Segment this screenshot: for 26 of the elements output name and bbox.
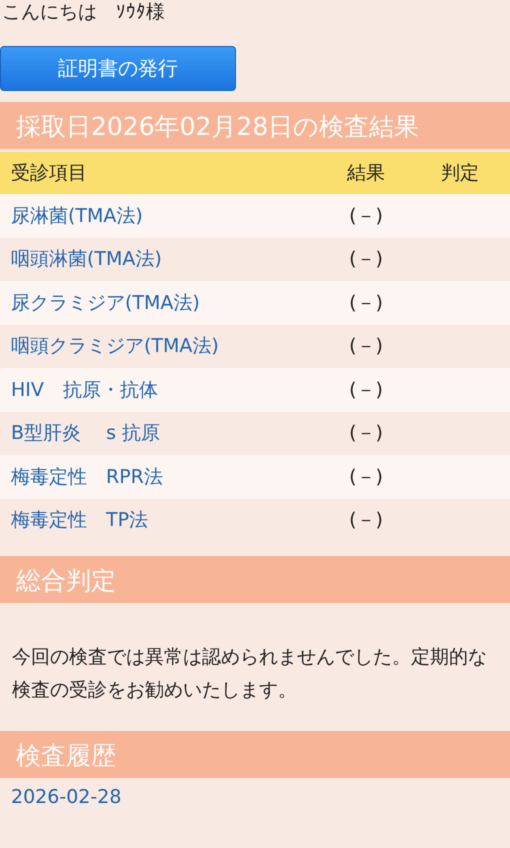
result-cell-text: (－) <box>348 204 384 229</box>
column-header: 結果 <box>346 161 386 186</box>
result-cell-text: (－) <box>348 247 384 272</box>
test-item-link[interactable]: 尿淋菌(TMA法) <box>11 202 316 229</box>
result-cell-text: (－) <box>348 290 384 316</box>
test-item-link[interactable]: B型肝炎 s 抗原 <box>11 420 316 446</box>
test-item-link[interactable]: 咽頭クラミジア(TMA法) <box>11 333 316 360</box>
test-item-link[interactable]: 梅毒定性 TP法 <box>11 507 316 534</box>
column-header: 判定 <box>440 161 480 186</box>
section-title: 検査履歴 <box>16 740 117 772</box>
result-cell-text: (－) <box>348 508 384 534</box>
test-item-link[interactable]: 尿クラミジア(TMA法) <box>11 290 316 316</box>
test-item-link[interactable]: 咽頭淋菌(TMA法) <box>11 246 316 272</box>
result-cell-text: (－) <box>348 421 384 446</box>
history-date-link[interactable]: 2026-02-28 <box>11 786 122 808</box>
result-cell-text: (－) <box>348 464 384 490</box>
result-cell-text: (－) <box>348 334 384 360</box>
column-header: 受診項目 <box>11 161 88 186</box>
section-title: 総合判定 <box>16 565 117 597</box>
summary-text: 今回の検査では異常は認められませんでした。定期的な検査の受診をお勧めいたします。 <box>11 645 488 703</box>
result-cell-text: (－) <box>348 378 384 403</box>
test-item-link[interactable]: 梅毒定性 RPR法 <box>11 464 316 490</box>
greeting: こんにちは ｿｳﾀ様 <box>1 0 166 24</box>
test-item-link[interactable]: HIV 抗原・抗体 <box>11 376 316 403</box>
certificate-button[interactable]: 証明書の発行 <box>0 46 236 91</box>
section-title: 採取日2026年02月28日の検査結果 <box>16 111 420 143</box>
